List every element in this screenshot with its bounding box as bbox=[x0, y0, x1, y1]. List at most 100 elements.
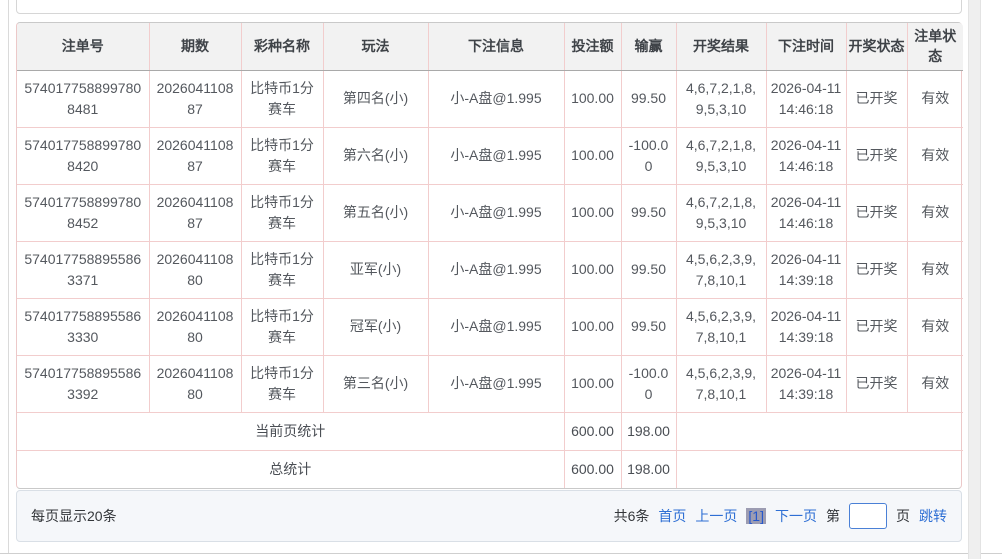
cell-time: 2026-04-11 14:39:18 bbox=[766, 241, 846, 298]
cell-draw-status: 已开奖 bbox=[846, 184, 907, 241]
cell-play: 第五名(小) bbox=[323, 184, 428, 241]
col-header-winloss: 输赢 bbox=[621, 23, 676, 70]
cell-lottery: 比特币1分赛车 bbox=[241, 70, 323, 127]
cell-period: 202604110880 bbox=[149, 355, 241, 412]
cell-period: 202604110887 bbox=[149, 127, 241, 184]
cell-bet-id: 5740177588955863392 bbox=[17, 355, 149, 412]
cell-result: 4,6,7,2,1,8,9,5,3,10 bbox=[676, 127, 766, 184]
pager: 共6条 首页 上一页 [1] 下一页 第 页 跳转 bbox=[614, 503, 947, 529]
cell-amount: 100.00 bbox=[564, 355, 621, 412]
total-summary-winloss: 198.00 bbox=[621, 450, 676, 488]
cell-status: 有效 bbox=[907, 127, 963, 184]
cell-lottery: 比特币1分赛车 bbox=[241, 355, 323, 412]
per-page-label: 每页显示20条 bbox=[31, 506, 117, 526]
cell-bet-info: 小-A盘@1.995 bbox=[428, 184, 564, 241]
bet-records-table-container: 注单号 期数 彩种名称 玩法 下注信息 投注额 输赢 开奖结果 下注时间 开奖状… bbox=[16, 22, 962, 489]
cell-time: 2026-04-11 14:39:18 bbox=[766, 298, 846, 355]
cell-bet-id: 5740177588955863330 bbox=[17, 298, 149, 355]
col-header-status: 注单状态 bbox=[907, 23, 963, 70]
cell-winloss: 99.50 bbox=[621, 298, 676, 355]
first-page-link[interactable]: 首页 bbox=[658, 506, 686, 526]
cell-draw-status: 已开奖 bbox=[846, 241, 907, 298]
cell-result: 4,5,6,2,3,9,7,8,10,1 bbox=[676, 355, 766, 412]
jump-suffix-label: 页 bbox=[896, 506, 910, 526]
cell-draw-status: 已开奖 bbox=[846, 70, 907, 127]
pagination-bar: 每页显示20条 共6条 首页 上一页 [1] 下一页 第 页 跳转 bbox=[16, 490, 962, 542]
cell-bet-info: 小-A盘@1.995 bbox=[428, 70, 564, 127]
col-header-bet-id: 注单号 bbox=[17, 23, 149, 70]
total-summary-label: 总统计 bbox=[17, 450, 564, 488]
table-row: 5740177588997808452 202604110887 比特币1分赛车… bbox=[17, 184, 963, 241]
jump-button[interactable]: 跳转 bbox=[919, 506, 947, 526]
page-summary-label: 当前页统计 bbox=[17, 412, 564, 450]
col-header-time: 下注时间 bbox=[766, 23, 846, 70]
cell-time: 2026-04-11 14:46:18 bbox=[766, 184, 846, 241]
cell-play: 第三名(小) bbox=[323, 355, 428, 412]
cell-play: 第六名(小) bbox=[323, 127, 428, 184]
cell-winloss: 99.50 bbox=[621, 70, 676, 127]
cell-winloss: -100.00 bbox=[621, 355, 676, 412]
cell-time: 2026-04-11 14:46:18 bbox=[766, 127, 846, 184]
cell-bet-info: 小-A盘@1.995 bbox=[428, 355, 564, 412]
cell-lottery: 比特币1分赛车 bbox=[241, 298, 323, 355]
cell-draw-status: 已开奖 bbox=[846, 298, 907, 355]
table-row: 5740177588955863371 202604110880 比特币1分赛车… bbox=[17, 241, 963, 298]
cell-result: 4,6,7,2,1,8,9,5,3,10 bbox=[676, 184, 766, 241]
cell-time: 2026-04-11 14:46:18 bbox=[766, 70, 846, 127]
page-summary-empty bbox=[676, 412, 963, 450]
cell-period: 202604110880 bbox=[149, 241, 241, 298]
current-page-indicator[interactable]: [1] bbox=[746, 508, 766, 524]
bet-records-table: 注单号 期数 彩种名称 玩法 下注信息 投注额 输赢 开奖结果 下注时间 开奖状… bbox=[17, 23, 963, 488]
prev-page-link[interactable]: 上一页 bbox=[695, 506, 737, 526]
cell-amount: 100.00 bbox=[564, 127, 621, 184]
cell-time: 2026-04-11 14:39:18 bbox=[766, 355, 846, 412]
page-summary-amount: 600.00 bbox=[564, 412, 621, 450]
cell-result: 4,5,6,2,3,9,7,8,10,1 bbox=[676, 241, 766, 298]
cell-lottery: 比特币1分赛车 bbox=[241, 241, 323, 298]
vertical-scrollbar[interactable] bbox=[968, 0, 981, 559]
cell-bet-info: 小-A盘@1.995 bbox=[428, 298, 564, 355]
col-header-draw-status: 开奖状态 bbox=[846, 23, 907, 70]
col-header-play: 玩法 bbox=[323, 23, 428, 70]
cell-period: 202604110887 bbox=[149, 70, 241, 127]
container-left-border bbox=[8, 0, 9, 553]
cell-play: 冠军(小) bbox=[323, 298, 428, 355]
bet-records-page: 注单号 期数 彩种名称 玩法 下注信息 投注额 输赢 开奖结果 下注时间 开奖状… bbox=[0, 0, 1002, 559]
col-header-amount: 投注额 bbox=[564, 23, 621, 70]
cell-winloss: -100.00 bbox=[621, 127, 676, 184]
table-row: 5740177588997808420 202604110887 比特币1分赛车… bbox=[17, 127, 963, 184]
cell-status: 有效 bbox=[907, 355, 963, 412]
cell-lottery: 比特币1分赛车 bbox=[241, 184, 323, 241]
cell-draw-status: 已开奖 bbox=[846, 355, 907, 412]
cell-result: 4,5,6,2,3,9,7,8,10,1 bbox=[676, 298, 766, 355]
table-row: 5740177588955863330 202604110880 比特币1分赛车… bbox=[17, 298, 963, 355]
col-header-period: 期数 bbox=[149, 23, 241, 70]
cell-amount: 100.00 bbox=[564, 70, 621, 127]
page-jump-input[interactable] bbox=[849, 503, 887, 529]
cell-amount: 100.00 bbox=[564, 298, 621, 355]
cell-bet-id: 5740177588997808481 bbox=[17, 70, 149, 127]
cell-draw-status: 已开奖 bbox=[846, 127, 907, 184]
cell-bet-info: 小-A盘@1.995 bbox=[428, 241, 564, 298]
cell-amount: 100.00 bbox=[564, 241, 621, 298]
cell-status: 有效 bbox=[907, 70, 963, 127]
total-summary-row: 总统计 600.00 198.00 bbox=[17, 450, 963, 488]
jump-prefix-label: 第 bbox=[826, 506, 840, 526]
panel-above-stub bbox=[16, 0, 962, 14]
bottom-divider bbox=[0, 553, 1002, 554]
cell-bet-id: 5740177588955863371 bbox=[17, 241, 149, 298]
col-header-lottery: 彩种名称 bbox=[241, 23, 323, 70]
cell-play: 亚军(小) bbox=[323, 241, 428, 298]
cell-lottery: 比特币1分赛车 bbox=[241, 127, 323, 184]
next-page-link[interactable]: 下一页 bbox=[775, 506, 817, 526]
cell-period: 202604110887 bbox=[149, 184, 241, 241]
cell-status: 有效 bbox=[907, 241, 963, 298]
total-count-label: 共6条 bbox=[614, 506, 650, 526]
cell-bet-id: 5740177588997808452 bbox=[17, 184, 149, 241]
cell-bet-info: 小-A盘@1.995 bbox=[428, 127, 564, 184]
cell-result: 4,6,7,2,1,8,9,5,3,10 bbox=[676, 70, 766, 127]
cell-winloss: 99.50 bbox=[621, 241, 676, 298]
cell-bet-id: 5740177588997808420 bbox=[17, 127, 149, 184]
table-header-row: 注单号 期数 彩种名称 玩法 下注信息 投注额 输赢 开奖结果 下注时间 开奖状… bbox=[17, 23, 963, 70]
cell-winloss: 99.50 bbox=[621, 184, 676, 241]
